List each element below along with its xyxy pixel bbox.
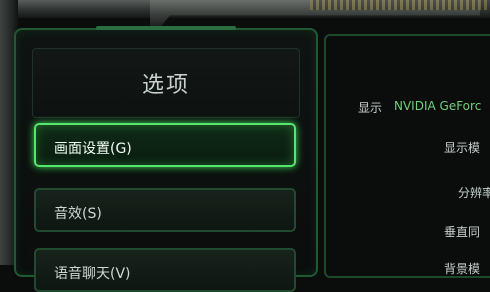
- options-menu-panel: 选项 画面设置(G) 音效(S) 语音聊天(V): [14, 26, 318, 292]
- display-adapter-label: 显示: [358, 101, 383, 115]
- display-mode-label: 显示模: [444, 141, 481, 155]
- window-top-frame: [0, 0, 490, 28]
- sound-label: 音效(S): [54, 206, 102, 222]
- display-adapter-value[interactable]: NVIDIA GeForc: [394, 99, 481, 113]
- vsync-label: 垂直同: [444, 225, 481, 239]
- sound-button[interactable]: 音效(S): [34, 188, 296, 232]
- voice-chat-button[interactable]: 语音聊天(V): [34, 248, 296, 292]
- frame-grill: [310, 0, 490, 10]
- voice-chat-label: 语音聊天(V): [54, 266, 131, 282]
- background-mode-label: 背景模: [444, 262, 481, 276]
- title-box: 选项: [32, 48, 300, 118]
- graphics-settings-button[interactable]: 画面设置(G): [34, 123, 296, 167]
- page-title: 选项: [141, 73, 190, 98]
- resolution-label: 分辨率: [458, 186, 490, 200]
- settings-detail-panel: 显示 NVIDIA GeForc 显示模 分辨率 垂直同 背景模: [324, 34, 490, 278]
- graphics-settings-label: 画面设置(G): [54, 141, 132, 157]
